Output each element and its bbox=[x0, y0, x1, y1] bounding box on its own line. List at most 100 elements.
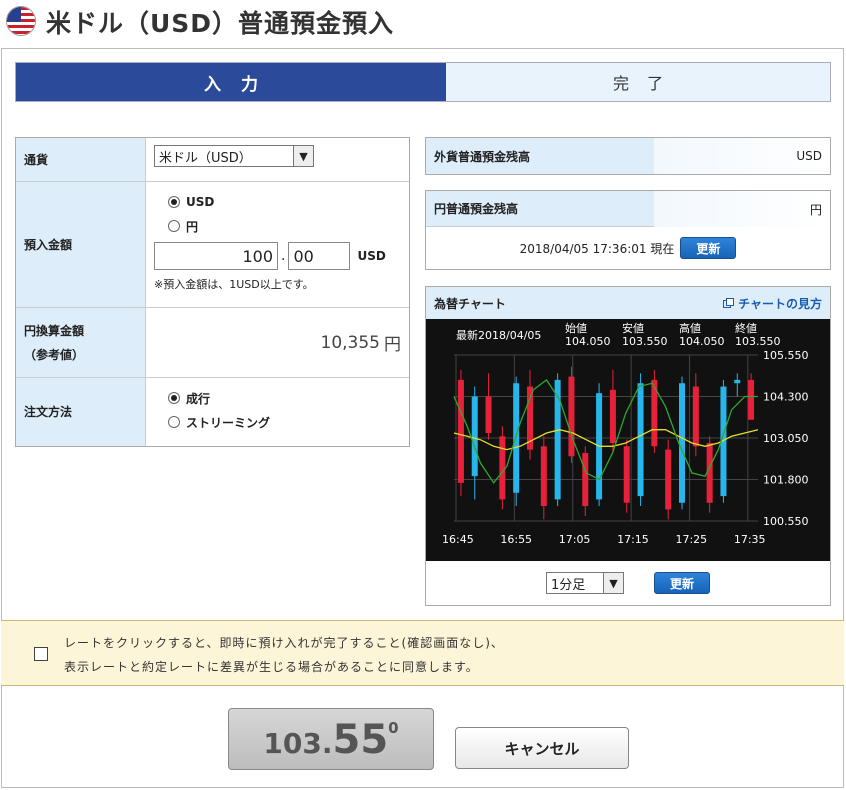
cancel-button[interactable]: キャンセル bbox=[455, 727, 629, 769]
popup-window-icon bbox=[723, 297, 735, 308]
x-tick-label: 16:45 bbox=[442, 533, 474, 546]
deposit-form: 通貨 米ドル（USD） ▼ 預入金額 USD 円 100 . 00 USD ※預… bbox=[15, 137, 410, 447]
amount-integer-input[interactable]: 100 bbox=[154, 242, 278, 270]
fx-balance-value: USD bbox=[654, 138, 830, 174]
us-flag-icon bbox=[6, 6, 36, 36]
chart-help-link[interactable]: チャートの見方 bbox=[723, 295, 822, 312]
page-title: 米ドル（USD）普通預金預入 bbox=[46, 9, 395, 38]
rate-main-digits: 55 bbox=[332, 717, 389, 763]
yen-equivalent-cell: 10,355 円 bbox=[146, 308, 409, 377]
currency-select[interactable]: 米ドル（USD） ▼ bbox=[154, 145, 314, 167]
amount-note: ※預入金額は、1USD以上です。 bbox=[154, 278, 314, 291]
fx-balance-label: 外貨普通預金残高 bbox=[434, 149, 531, 164]
step-arrow bbox=[424, 63, 446, 101]
radio-yen-label: 円 bbox=[186, 219, 199, 234]
rate-superscript: 0 bbox=[388, 719, 399, 737]
candle-body bbox=[748, 379, 755, 420]
candle-body bbox=[665, 449, 672, 510]
yen-equivalent-unit: 円 bbox=[384, 335, 401, 355]
balance-update-row: 2018/04/05 17:36:01 現在 更新 bbox=[426, 227, 830, 269]
y-tick-label: 105.550 bbox=[763, 349, 809, 362]
rate-button[interactable]: 103. 55 0 bbox=[228, 708, 434, 770]
radio-yen-dot bbox=[168, 220, 180, 232]
chart-area: 最新2018/04/05 始値 安値 高値 終値 104.050 103.550… bbox=[426, 319, 830, 561]
fx-chart-panel: 為替チャート チャートの見方 最新2018/04/05 始値 安値 高値 終値 … bbox=[425, 286, 831, 606]
amount-label: 預入金額 bbox=[16, 182, 146, 307]
interval-selected: 1分足 bbox=[551, 577, 586, 593]
open-header: 始値 bbox=[565, 321, 587, 335]
candle-body bbox=[499, 436, 506, 500]
radio-market-label: 成行 bbox=[186, 391, 211, 406]
candlestick-chart: 最新2018/04/05 始値 安値 高値 終値 104.050 103.550… bbox=[442, 321, 809, 546]
yen-balance-panel: 円普通預金残高 円 2018/04/05 17:36:01 現在 更新 bbox=[425, 190, 831, 270]
candle-body bbox=[734, 379, 741, 384]
order-method-row: 注文方法 成行 ストリーミング bbox=[16, 378, 409, 446]
radio-streaming-label: ストリーミング bbox=[186, 415, 271, 430]
radio-streaming-dot bbox=[168, 416, 180, 428]
consent-text: レートをクリックすると、即時に預け入れが完了すること(確認画面なし)、 表示レー… bbox=[64, 631, 504, 679]
low-header: 安値 bbox=[622, 321, 644, 335]
fx-balance-head: 外貨普通預金残高 USD bbox=[426, 138, 830, 174]
consent-checkbox[interactable] bbox=[34, 647, 48, 661]
balance-update-button[interactable]: 更新 bbox=[680, 237, 737, 259]
yen-equivalent-label-sub: （参考値） bbox=[24, 347, 85, 362]
candle-body bbox=[457, 379, 464, 483]
chart-controls: 1分足 ▼ 更新 bbox=[426, 561, 830, 605]
y-tick-label: 104.300 bbox=[763, 391, 809, 404]
yen-equivalent-label: 円換算金額 （参考値） bbox=[16, 308, 146, 377]
radio-market-order[interactable]: 成行 bbox=[168, 386, 401, 410]
currency-label: 通貨 bbox=[16, 138, 146, 181]
close-price: 103.550 bbox=[735, 335, 781, 348]
step-input: 入力 bbox=[16, 63, 446, 101]
yen-balance-unit: 円 bbox=[809, 202, 822, 217]
amount-unit: USD bbox=[357, 249, 386, 263]
fx-balance-panel: 外貨普通預金残高 USD bbox=[425, 137, 831, 175]
chevron-down-icon: ▼ bbox=[293, 146, 313, 166]
high-header: 高値 bbox=[679, 321, 701, 335]
candle-body bbox=[637, 383, 644, 497]
radio-usd[interactable]: USD bbox=[168, 190, 401, 214]
radio-market-dot bbox=[168, 392, 180, 404]
interval-select[interactable]: 1分足 ▼ bbox=[546, 572, 624, 594]
close-header: 終値 bbox=[735, 321, 757, 335]
y-tick-label: 103.050 bbox=[763, 432, 809, 445]
currency-cell: 米ドル（USD） ▼ bbox=[146, 138, 409, 181]
rate-prefix: 103. bbox=[263, 727, 333, 760]
amount-row: 預入金額 USD 円 100 . 00 USD ※預入金額は、1USD以上です。 bbox=[16, 182, 409, 308]
consent-line-2: 表示レートと約定レートに差異が生じる場合があることに同意します。 bbox=[64, 660, 479, 674]
radio-usd-label: USD bbox=[186, 195, 215, 209]
yen-equivalent-row: 円換算金額 （参考値） 10,355 円 bbox=[16, 308, 409, 378]
chart-title: 為替チャート bbox=[434, 296, 506, 311]
candle-body bbox=[623, 446, 630, 503]
candle-body bbox=[471, 396, 478, 477]
candle-body bbox=[692, 386, 699, 447]
decimal-point: . bbox=[281, 248, 286, 264]
x-tick-label: 16:55 bbox=[500, 533, 532, 546]
x-tick-label: 17:15 bbox=[617, 533, 649, 546]
high-price: 104.050 bbox=[679, 335, 725, 348]
order-method-label: 注文方法 bbox=[16, 378, 146, 446]
chart-update-button[interactable]: 更新 bbox=[654, 572, 710, 594]
currency-selected: 米ドル（USD） bbox=[159, 150, 252, 166]
chart-help-text: チャートの見方 bbox=[738, 296, 822, 311]
radio-streaming-order[interactable]: ストリーミング bbox=[168, 410, 401, 434]
currency-row: 通貨 米ドル（USD） ▼ bbox=[16, 138, 409, 182]
amount-decimal-input[interactable]: 00 bbox=[288, 242, 351, 270]
radio-usd-dot bbox=[168, 196, 180, 208]
y-tick-label: 100.550 bbox=[763, 515, 809, 528]
consent-box: レートをクリックすると、即時に預け入れが完了すること(確認画面なし)、 表示レー… bbox=[1, 620, 844, 686]
amount-cell: USD 円 100 . 00 USD ※預入金額は、1USD以上です。 bbox=[146, 182, 409, 307]
candle-body bbox=[706, 442, 713, 503]
y-tick-label: 101.800 bbox=[763, 474, 809, 487]
x-tick-label: 17:35 bbox=[734, 533, 766, 546]
chart-latest-label: 最新2018/04/05 bbox=[456, 328, 541, 342]
yen-equivalent-value: 10,355 bbox=[320, 332, 380, 353]
candle-body bbox=[582, 452, 589, 507]
chart-header: 為替チャート チャートの見方 bbox=[426, 287, 830, 319]
candle-body bbox=[485, 396, 492, 434]
candle-body bbox=[540, 446, 547, 507]
radio-yen[interactable]: 円 bbox=[168, 214, 401, 238]
candle-body bbox=[609, 389, 616, 443]
yen-equivalent-label-main: 円換算金額 bbox=[24, 323, 85, 338]
yen-balance-label: 円普通預金残高 bbox=[434, 202, 519, 216]
